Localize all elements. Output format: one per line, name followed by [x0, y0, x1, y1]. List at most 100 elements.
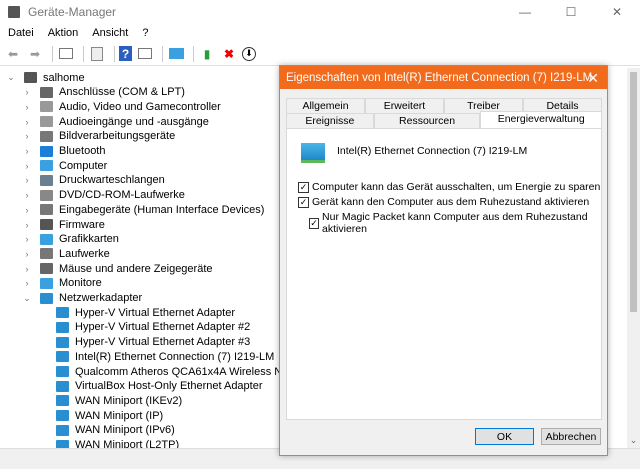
- network-adapter-item[interactable]: Hyper-V Virtual Ethernet Adapter: [38, 305, 235, 320]
- device-category-icon: [40, 86, 53, 98]
- expand-chevron-icon[interactable]: ›: [22, 146, 32, 156]
- help-icon[interactable]: ?: [119, 46, 132, 61]
- disable-device-icon[interactable]: ⬇: [242, 46, 256, 61]
- collapse-chevron-icon[interactable]: ⌄: [22, 293, 32, 304]
- menu-help[interactable]: ?: [142, 27, 148, 39]
- expand-chevron-icon[interactable]: ›: [22, 102, 32, 112]
- network-adapter-item[interactable]: Intel(R) Ethernet Connection (7) I219-LM: [38, 349, 274, 364]
- allow-wake-checkbox[interactable]: ✓ Gerät kann den Computer aus dem Ruhezus…: [298, 196, 589, 208]
- expand-chevron-icon[interactable]: ›: [22, 190, 32, 200]
- tree-category[interactable]: › Druckwarteschlangen: [22, 173, 165, 188]
- uninstall-device-icon[interactable]: ✖: [220, 45, 238, 63]
- network-adapter-item[interactable]: VirtualBox Host-Only Ethernet Adapter: [38, 379, 263, 394]
- tree-item-label: Netzwerkadapter: [59, 292, 143, 304]
- scroll-down-icon[interactable]: ⌄: [627, 435, 640, 446]
- tree-item-label: Audioeingänge und -ausgänge: [59, 115, 209, 128]
- power-management-panel: Intel(R) Ethernet Connection (7) I219-LM…: [286, 128, 602, 420]
- checkbox-checked-icon: ✓: [309, 217, 320, 229]
- allow-turn-off-checkbox[interactable]: ✓ Computer kann das Gerät ausschalten, um…: [298, 181, 600, 193]
- ok-button[interactable]: OK: [475, 428, 534, 445]
- tab-allgemein[interactable]: Allgemein: [286, 98, 365, 113]
- tree-category[interactable]: › Bildverarbeitungsgeräte: [22, 129, 176, 144]
- tree-item-label: Intel(R) Ethernet Connection (7) I219-LM: [75, 350, 275, 363]
- device-category-icon: [56, 307, 69, 319]
- checkbox-checked-icon: ✓: [298, 196, 309, 208]
- tree-category[interactable]: › Mäuse und andere Zeigegeräte: [22, 261, 213, 276]
- magic-packet-only-checkbox[interactable]: ✓ Nur Magic Packet kann Computer aus dem …: [309, 211, 601, 235]
- expand-chevron-icon[interactable]: ›: [22, 87, 32, 97]
- tree-category[interactable]: › Grafikkarten: [22, 232, 119, 247]
- expand-chevron-icon[interactable]: ›: [22, 278, 32, 288]
- window-title: Geräte-Manager: [28, 5, 117, 19]
- tree-item-label: Mäuse und andere Zeigegeräte: [59, 262, 213, 275]
- cancel-button[interactable]: Abbrechen: [541, 428, 601, 445]
- tree-item-label: VirtualBox Host-Only Ethernet Adapter: [75, 380, 263, 393]
- close-button[interactable]: ✕: [594, 0, 640, 24]
- tree-category[interactable]: › Computer: [22, 158, 108, 173]
- menu-aktion[interactable]: Aktion: [48, 27, 79, 39]
- update-driver-icon[interactable]: ▮: [198, 45, 216, 63]
- expand-chevron-icon[interactable]: ›: [22, 205, 32, 215]
- tree-category[interactable]: › Anschlüsse (COM & LPT): [22, 85, 185, 100]
- tree-item-label: WAN Miniport (L2TP): [75, 439, 180, 448]
- device-category-icon: [56, 410, 69, 422]
- network-adapter-item[interactable]: Hyper-V Virtual Ethernet Adapter #2: [38, 320, 250, 335]
- tree-category[interactable]: › Bluetooth: [22, 144, 106, 159]
- tree-item-label: WAN Miniport (IPv6): [75, 424, 175, 437]
- expand-chevron-icon[interactable]: ›: [22, 161, 32, 171]
- tab-ressourcen[interactable]: Ressourcen: [373, 113, 481, 128]
- expand-chevron-icon[interactable]: ›: [22, 175, 32, 185]
- checkbox-checked-icon: ✓: [298, 181, 309, 193]
- network-adapter-item[interactable]: Hyper-V Virtual Ethernet Adapter #3: [38, 335, 250, 350]
- scan-hardware-icon[interactable]: [167, 45, 185, 63]
- tree-category[interactable]: › Laufwerke: [22, 246, 110, 261]
- tab-erweitert[interactable]: Erweitert: [365, 98, 444, 113]
- tree-item-label: Computer: [59, 159, 108, 172]
- forward-arrow-icon[interactable]: ➡: [26, 45, 44, 63]
- network-adapter-item[interactable]: WAN Miniport (IKEv2): [38, 393, 182, 408]
- device-category-icon: [56, 439, 69, 448]
- tree-category[interactable]: › Firmware: [22, 217, 105, 232]
- device-category-icon: [40, 219, 53, 230]
- tree-category[interactable]: › Eingabegeräte (Human Interface Devices): [22, 202, 265, 217]
- tree-item-label: Anschlüsse (COM & LPT): [59, 86, 185, 99]
- network-adapter-item[interactable]: WAN Miniport (IP): [38, 408, 163, 423]
- tree-item-label: Hyper-V Virtual Ethernet Adapter #3: [75, 336, 251, 349]
- minimize-button[interactable]: —: [502, 0, 548, 24]
- device-category-icon: [40, 160, 53, 172]
- tab-energieverwaltung[interactable]: Energieverwaltung: [480, 111, 602, 128]
- tab-ereignisse[interactable]: Ereignisse: [286, 113, 374, 128]
- tree-category[interactable]: › Monitore: [22, 276, 102, 291]
- device-category-icon: [40, 174, 53, 186]
- properties-icon[interactable]: [88, 45, 106, 63]
- expand-chevron-icon[interactable]: ›: [22, 249, 32, 259]
- menu-datei[interactable]: Datei: [8, 27, 34, 39]
- tree-category[interactable]: › DVD/CD-ROM-Laufwerke: [22, 188, 185, 203]
- tree-category[interactable]: › Audioeingänge und -ausgänge: [22, 114, 209, 129]
- collapse-chevron-icon[interactable]: ⌄: [6, 72, 16, 83]
- expand-chevron-icon[interactable]: ›: [22, 234, 32, 244]
- checkbox-label: Gerät kann den Computer aus dem Ruhezust…: [312, 196, 590, 208]
- device-category-icon: [56, 424, 69, 436]
- expand-chevron-icon[interactable]: ›: [22, 264, 32, 274]
- dialog-close-button[interactable]: ✕: [587, 70, 599, 87]
- back-arrow-icon[interactable]: ⬅: [4, 45, 22, 63]
- tree-item-label: Laufwerke: [59, 247, 110, 260]
- vertical-scrollbar[interactable]: ⌄: [627, 68, 640, 448]
- network-adapter-item[interactable]: WAN Miniport (IPv6): [38, 423, 175, 438]
- device-category-icon: [56, 380, 69, 392]
- tree-category[interactable]: ⌄ Netzwerkadapter: [22, 291, 142, 306]
- maximize-button[interactable]: ☐: [548, 0, 594, 24]
- expand-chevron-icon[interactable]: ›: [22, 220, 32, 230]
- menu-ansicht[interactable]: Ansicht: [92, 27, 128, 39]
- tree-root-salhome[interactable]: ⌄ salhome: [6, 70, 84, 85]
- tree-category[interactable]: › Audio, Video und Gamecontroller: [22, 99, 221, 114]
- device-category-icon: [56, 366, 69, 377]
- expand-chevron-icon[interactable]: ›: [22, 117, 32, 127]
- show-hide-console-tree-icon[interactable]: [57, 45, 75, 63]
- network-adapter-item[interactable]: WAN Miniport (L2TP): [38, 438, 180, 448]
- device-category-icon: [40, 263, 53, 275]
- device-category-icon: [40, 145, 53, 157]
- expand-chevron-icon[interactable]: ›: [22, 131, 32, 141]
- action-pane-icon[interactable]: [136, 45, 154, 63]
